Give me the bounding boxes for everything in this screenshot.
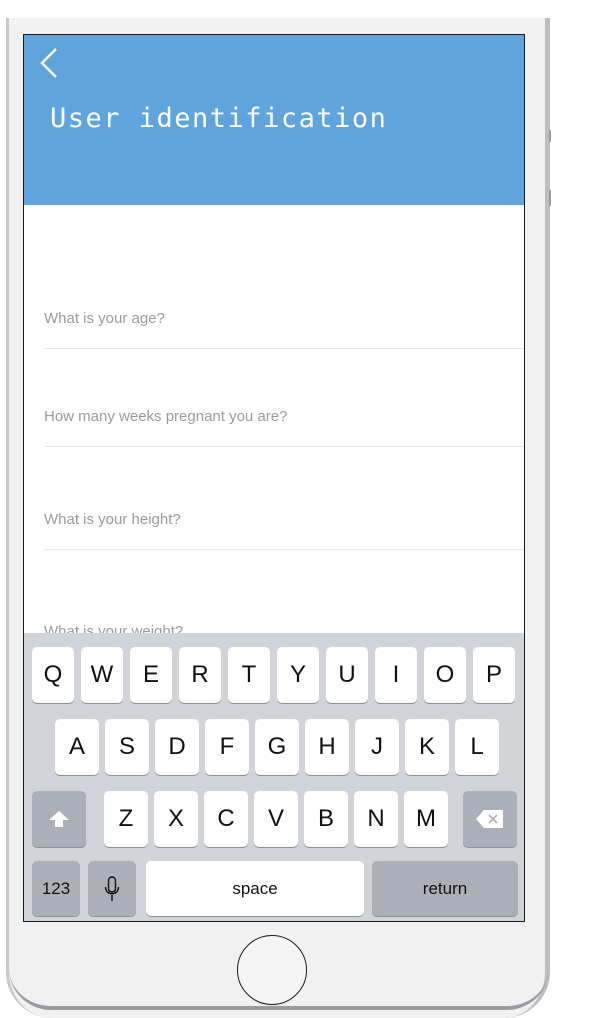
key-u[interactable]: U <box>326 647 368 703</box>
page-title: User identification <box>50 103 388 134</box>
key-o[interactable]: O <box>424 647 466 703</box>
key-n[interactable]: N <box>354 791 398 847</box>
key-y[interactable]: Y <box>277 647 319 703</box>
app-screen: User identification What is your age? Ho… <box>23 34 525 922</box>
key-e[interactable]: E <box>130 647 172 703</box>
key-k[interactable]: K <box>405 719 449 775</box>
key-j[interactable]: J <box>355 719 399 775</box>
power-button <box>549 190 551 206</box>
key-g[interactable]: G <box>255 719 299 775</box>
key-z[interactable]: Z <box>104 791 148 847</box>
key-m[interactable]: M <box>404 791 448 847</box>
key-f[interactable]: F <box>205 719 249 775</box>
key-p[interactable]: P <box>473 647 515 703</box>
delete-icon <box>476 810 503 828</box>
key-x[interactable]: X <box>154 791 198 847</box>
return-key[interactable]: return <box>372 861 518 916</box>
delete-key[interactable] <box>463 791 517 847</box>
key-a[interactable]: A <box>55 719 99 775</box>
chevron-left-icon[interactable] <box>36 43 66 83</box>
key-q[interactable]: Q <box>32 647 74 703</box>
key-c[interactable]: C <box>204 791 248 847</box>
key-b[interactable]: B <box>304 791 348 847</box>
height-field[interactable]: What is your height? <box>44 511 524 550</box>
height-placeholder: What is your height? <box>44 511 181 528</box>
age-placeholder: What is your age? <box>44 310 165 327</box>
key-h[interactable]: H <box>305 719 349 775</box>
numbers-key[interactable]: 123 <box>32 861 80 916</box>
key-t[interactable]: T <box>228 647 270 703</box>
key-s[interactable]: S <box>105 719 149 775</box>
key-d[interactable]: D <box>155 719 199 775</box>
shift-key[interactable] <box>32 791 86 847</box>
weeks-pregnant-placeholder: How many weeks pregnant you are? <box>44 408 288 425</box>
keyboard: Q W E R T Y U I O P A S D F G H J K L Z … <box>24 633 524 921</box>
app-header: User identification <box>24 35 524 205</box>
key-r[interactable]: R <box>179 647 221 703</box>
weeks-pregnant-field[interactable]: How many weeks pregnant you are? <box>44 408 524 447</box>
key-l[interactable]: L <box>455 719 499 775</box>
microphone-key[interactable] <box>88 861 136 916</box>
shift-icon <box>49 811 69 827</box>
key-i[interactable]: I <box>375 647 417 703</box>
microphone-icon <box>104 875 120 901</box>
home-button[interactable] <box>237 935 307 1005</box>
space-key[interactable]: space <box>146 861 364 916</box>
key-w[interactable]: W <box>81 647 123 703</box>
age-field[interactable]: What is your age? <box>44 310 524 349</box>
key-v[interactable]: V <box>254 791 298 847</box>
volume-button <box>549 130 551 142</box>
